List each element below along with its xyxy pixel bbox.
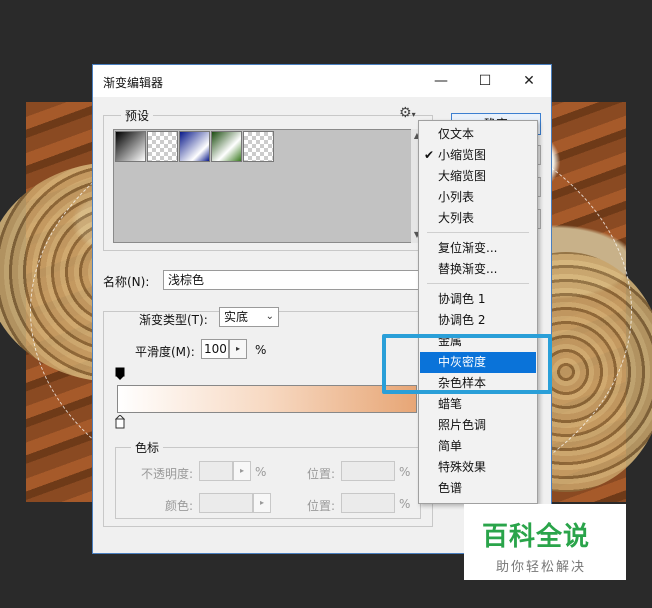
dialog-title: 渐变编辑器 bbox=[103, 76, 164, 90]
menu-item-small-thumbnail[interactable]: ✔ 小缩览图 bbox=[420, 145, 536, 166]
menu-item-special-effects[interactable]: 特殊效果 bbox=[420, 457, 536, 478]
chevron-down-icon: ⌄ bbox=[265, 311, 274, 322]
title-bar: 渐变编辑器 — ☐ ✕ bbox=[93, 65, 551, 97]
watermark-logo: 百科全说 bbox=[482, 522, 591, 552]
opacity-label: 不透明度: bbox=[141, 467, 194, 481]
gradient-type-label: 渐变类型(T): bbox=[139, 313, 208, 327]
smoothness-stepper[interactable]: ▸ bbox=[229, 339, 247, 359]
menu-item-simple[interactable]: 简单 bbox=[420, 436, 536, 457]
maximize-button[interactable]: ☐ bbox=[463, 65, 507, 97]
gear-icon[interactable]: ⚙▾ bbox=[399, 105, 416, 121]
opacity-input[interactable] bbox=[199, 461, 233, 481]
smoothness-input[interactable]: 100 bbox=[201, 339, 229, 359]
preset-swatch-green[interactable] bbox=[211, 131, 242, 162]
opacity-location-input[interactable] bbox=[341, 461, 395, 481]
name-input[interactable]: 浅棕色 bbox=[163, 270, 419, 290]
watermark-subtitle: 助你轻松解决 bbox=[496, 560, 587, 575]
gradient-type-value: 实底 bbox=[224, 310, 249, 324]
color-stop-icon[interactable] bbox=[114, 414, 126, 429]
smoothness-unit: % bbox=[255, 343, 267, 357]
smoothness-label: 平滑度(M): bbox=[135, 345, 195, 359]
minimize-button[interactable]: — bbox=[419, 65, 463, 97]
gradient-type-select[interactable]: 实底 ⌄ bbox=[219, 307, 279, 327]
menu-item-pastels[interactable]: 蜡笔 bbox=[420, 394, 536, 415]
opacity-location-label: 位置: bbox=[307, 467, 336, 481]
opacity-unit: % bbox=[255, 465, 267, 479]
presets-label: 预设 bbox=[121, 107, 154, 124]
close-button[interactable]: ✕ bbox=[507, 65, 551, 97]
preset-options-menu: 仅文本 ✔ 小缩览图 大缩览图 小列表 大列表 复位渐变... 替换渐变... … bbox=[418, 120, 538, 504]
color-location-unit: % bbox=[399, 497, 411, 511]
opacity-stepper[interactable]: ▸ bbox=[233, 461, 251, 481]
name-label: 名称(N): bbox=[103, 275, 150, 289]
menu-item-reset-gradients[interactable]: 复位渐变... bbox=[420, 238, 536, 259]
preset-grid bbox=[113, 129, 413, 243]
menu-item-text-only[interactable]: 仅文本 bbox=[420, 124, 536, 145]
check-icon: ✔ bbox=[424, 148, 435, 162]
menu-item-large-thumbnail[interactable]: 大缩览图 bbox=[420, 166, 536, 187]
menu-item-replace-gradients[interactable]: 替换渐变... bbox=[420, 259, 536, 280]
opacity-location-unit: % bbox=[399, 465, 411, 479]
color-stops-label: 色标 bbox=[131, 439, 164, 456]
menu-item-spectrums[interactable]: 色谱 bbox=[420, 478, 536, 499]
color-swatch-input[interactable] bbox=[199, 493, 253, 513]
opacity-stop-icon[interactable] bbox=[115, 367, 125, 381]
watermark: 百科全说 助你轻松解决 bbox=[464, 504, 626, 580]
preset-swatch-rainbow[interactable] bbox=[243, 131, 274, 162]
preset-swatch-black-white[interactable] bbox=[115, 131, 146, 162]
color-label: 颜色: bbox=[165, 499, 194, 513]
preset-swatch-transparent[interactable] bbox=[147, 131, 178, 162]
color-location-label: 位置: bbox=[307, 499, 336, 513]
menu-item-harmony-1[interactable]: 协调色 1 bbox=[420, 289, 536, 310]
menu-item-large-list[interactable]: 大列表 bbox=[420, 208, 536, 229]
color-location-input[interactable] bbox=[341, 493, 395, 513]
preset-swatch-blue[interactable] bbox=[179, 131, 210, 162]
color-stepper[interactable]: ▸ bbox=[253, 493, 271, 513]
menu-item-small-list[interactable]: 小列表 bbox=[420, 187, 536, 208]
menu-separator bbox=[427, 283, 529, 284]
menu-separator bbox=[427, 232, 529, 233]
menu-item-photographic-toning[interactable]: 照片色调 bbox=[420, 415, 536, 436]
annotation-highlight-box bbox=[382, 334, 552, 394]
gradient-preview-bar[interactable] bbox=[117, 385, 417, 413]
menu-item-harmony-2[interactable]: 协调色 2 bbox=[420, 310, 536, 331]
